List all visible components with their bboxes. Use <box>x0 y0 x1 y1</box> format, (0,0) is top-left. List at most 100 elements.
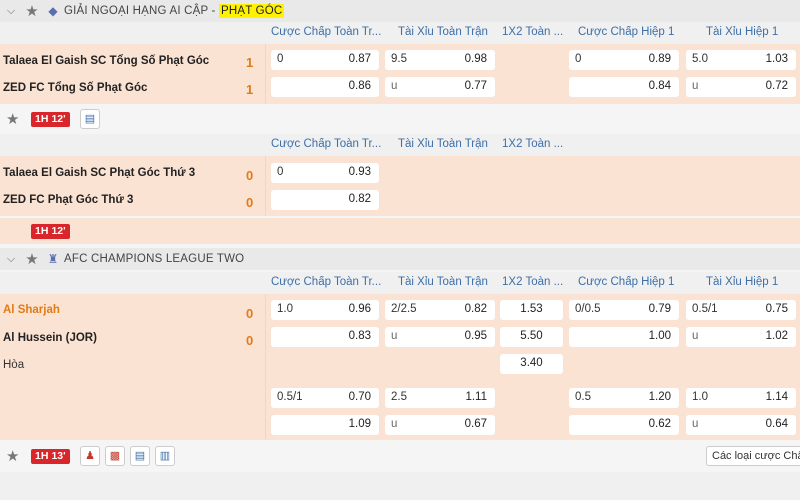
league-header-afc[interactable]: ⌵ ★ ♜ AFC CHAMPIONS LEAGUE TWO <box>0 248 800 270</box>
jersey-icon[interactable]: ♟ <box>80 446 100 466</box>
league-header-egypt[interactable]: ⌵ ★ ◆ GIẢI NGOẠI HẠNG AI CẬP - PHẠT GÓC <box>0 0 800 22</box>
odds-cell-ah-away[interactable]: 0.82 <box>271 190 379 210</box>
odds-cell-h1-ou-under[interactable]: u 1.02 <box>686 327 796 347</box>
odds-value: 1.09 <box>348 418 371 430</box>
stats-icon[interactable]: ▤ <box>80 109 100 129</box>
col-1x2-ft: 1X2 Toàn ... <box>502 138 564 150</box>
favorite-star-icon[interactable]: ★ <box>6 110 19 128</box>
odds-cell-ou-over[interactable]: 9.5 0.98 <box>385 50 495 70</box>
live-half: 1H <box>35 113 49 125</box>
league-logo-icon: ◆ <box>48 4 58 18</box>
odds-cell-h1-ah-away[interactable]: 0.62 <box>569 415 679 435</box>
live-half: 1H <box>35 225 49 237</box>
handicap-line: 0.5/1 <box>277 391 303 403</box>
favorite-star-icon[interactable]: ★ <box>6 447 19 465</box>
odds-cell-ou-over[interactable]: 2.5 1.11 <box>385 388 495 408</box>
odds-cell-ah-home[interactable]: 0 0.93 <box>271 163 379 183</box>
odds-cell-ah-home[interactable]: 1.0 0.96 <box>271 300 379 320</box>
odds-value: 0.72 <box>765 80 788 92</box>
odds-value: 1.11 <box>465 391 487 403</box>
stats-icon[interactable]: ▤ <box>130 446 150 466</box>
league-name: GIẢI NGOẠI HẠNG AI CẬP - PHẠT GÓC <box>64 4 285 18</box>
odds-value: 0.70 <box>348 391 371 403</box>
odds-value: 1.14 <box>765 391 788 403</box>
home-team-name[interactable]: Talaea El Gaish SC Phạt Góc Thứ 3 <box>3 167 195 179</box>
away-score: 1 <box>246 82 254 97</box>
under-label: u <box>391 418 398 430</box>
odds-value: 3.40 <box>520 357 543 369</box>
odds-cell-ou-over[interactable]: 2/2.5 0.82 <box>385 300 495 320</box>
odds-cell-h1-ou-over[interactable]: 1.0 1.14 <box>686 388 796 408</box>
col-1x2-ft: 1X2 Toàn ... <box>502 26 564 38</box>
odds-value: 0.96 <box>348 303 371 315</box>
odds-cell-1x2-away[interactable]: 5.50 <box>500 327 563 347</box>
column-header-row: Cược Chấp Toàn Tr... Tài Xỉu Toàn Trận 1… <box>0 22 800 44</box>
odds-cell-ou-under[interactable]: u 0.95 <box>385 327 495 347</box>
odds-cell-1x2-home[interactable]: 1.53 <box>500 300 563 320</box>
field-icon[interactable]: ▩ <box>105 446 125 466</box>
odds-cell-ou-under[interactable]: u 0.77 <box>385 77 495 97</box>
odds-cell-ou-under[interactable]: u 0.67 <box>385 415 495 435</box>
favorite-star-icon[interactable]: ★ <box>22 2 42 20</box>
home-team-name[interactable]: Talaea El Gaish SC Tổng Số Phạt Góc <box>3 55 209 67</box>
under-label: u <box>692 418 699 430</box>
live-time-badge: 1H 12' <box>31 224 70 239</box>
match-row-third-corner <box>0 156 800 216</box>
col-1x2-ft: 1X2 Toàn ... <box>502 276 564 288</box>
favorite-star-icon[interactable]: ★ <box>22 250 42 268</box>
away-team-name[interactable]: Al Hussein (JOR) <box>3 332 97 344</box>
odds-cell-h1-ah-home[interactable]: 0.5 1.20 <box>569 388 679 408</box>
live-time-badge: 1H 13' <box>31 449 70 464</box>
odds-cell-ah-away[interactable]: 0.86 <box>271 77 379 97</box>
live-half: 1H <box>35 450 49 462</box>
trophy-icon: ♜ <box>47 252 59 266</box>
odds-cell-ah-home[interactable]: 0.5/1 0.70 <box>271 388 379 408</box>
handicap-line: 0/0.5 <box>575 303 601 315</box>
odds-cell-h1-ah-home[interactable]: 0 0.89 <box>569 50 679 70</box>
total-line: 9.5 <box>391 53 407 65</box>
odds-cell-h1-ou-under[interactable]: u 0.64 <box>686 415 796 435</box>
live-time-badge: 1H 12' <box>31 112 70 127</box>
total-line: 1.0 <box>692 391 708 403</box>
home-team-name[interactable]: Al Sharjah <box>3 304 60 316</box>
handicap-line: 0 <box>277 166 284 178</box>
odds-value: 1.20 <box>648 391 671 403</box>
odds-cell-ah-home[interactable]: 0 0.87 <box>271 50 379 70</box>
away-team-name[interactable]: ZED FC Tổng Số Phạt Góc <box>3 82 147 94</box>
col-handicap-ft: Cược Chấp Toàn Tr... <box>271 26 382 38</box>
col-overunder-ft: Tài Xỉu Toàn Trận <box>398 276 488 288</box>
handicap-line: 0 <box>575 53 582 65</box>
under-label: u <box>391 80 398 92</box>
total-line: 0.5/1 <box>692 303 718 315</box>
odds-cell-1x2-draw[interactable]: 3.40 <box>500 354 563 374</box>
odds-value: 0.98 <box>464 53 487 65</box>
odds-value: 0.82 <box>348 193 371 205</box>
collapse-chevron-icon[interactable]: ⌵ <box>0 253 22 266</box>
total-line: 2.5 <box>391 391 407 403</box>
odds-cell-h1-ah-away[interactable]: 1.00 <box>569 327 679 347</box>
handicap-line: 0 <box>277 53 284 65</box>
odds-value: 1.53 <box>520 303 543 315</box>
odds-cell-ah-away[interactable]: 0.83 <box>271 327 379 347</box>
chart-icon[interactable]: ▥ <box>155 446 175 466</box>
live-minute: 12' <box>51 225 66 237</box>
odds-cell-h1-ou-over[interactable]: 0.5/1 0.75 <box>686 300 796 320</box>
collapse-chevron-icon[interactable]: ⌵ <box>0 5 22 18</box>
more-bet-types-button[interactable]: Các loại cược Châu <box>706 446 800 466</box>
odds-value: 0.89 <box>648 53 671 65</box>
odds-value: 0.93 <box>348 166 371 178</box>
odds-cell-h1-ou-under[interactable]: u 0.72 <box>686 77 796 97</box>
odds-cell-h1-ou-over[interactable]: 5.0 1.03 <box>686 50 796 70</box>
handicap-line: 1.0 <box>277 303 293 315</box>
odds-cell-h1-ah-away[interactable]: 0.84 <box>569 77 679 97</box>
odds-value: 1.02 <box>765 330 788 342</box>
odds-cell-ah-away[interactable]: 1.09 <box>271 415 379 435</box>
odds-value: 1.03 <box>765 53 788 65</box>
odds-cell-h1-ah-home[interactable]: 0/0.5 0.79 <box>569 300 679 320</box>
away-team-name[interactable]: ZED FC Phạt Góc Thứ 3 <box>3 194 133 206</box>
column-header-row: Cược Chấp Toàn Tr... Tài Xỉu Toàn Trận 1… <box>0 272 800 294</box>
handicap-line: 0.5 <box>575 391 591 403</box>
column-header-row: Cược Chấp Toàn Tr... Tài Xỉu Toàn Trận 1… <box>0 134 800 156</box>
under-label: u <box>692 330 699 342</box>
live-minute: 13' <box>51 450 66 462</box>
